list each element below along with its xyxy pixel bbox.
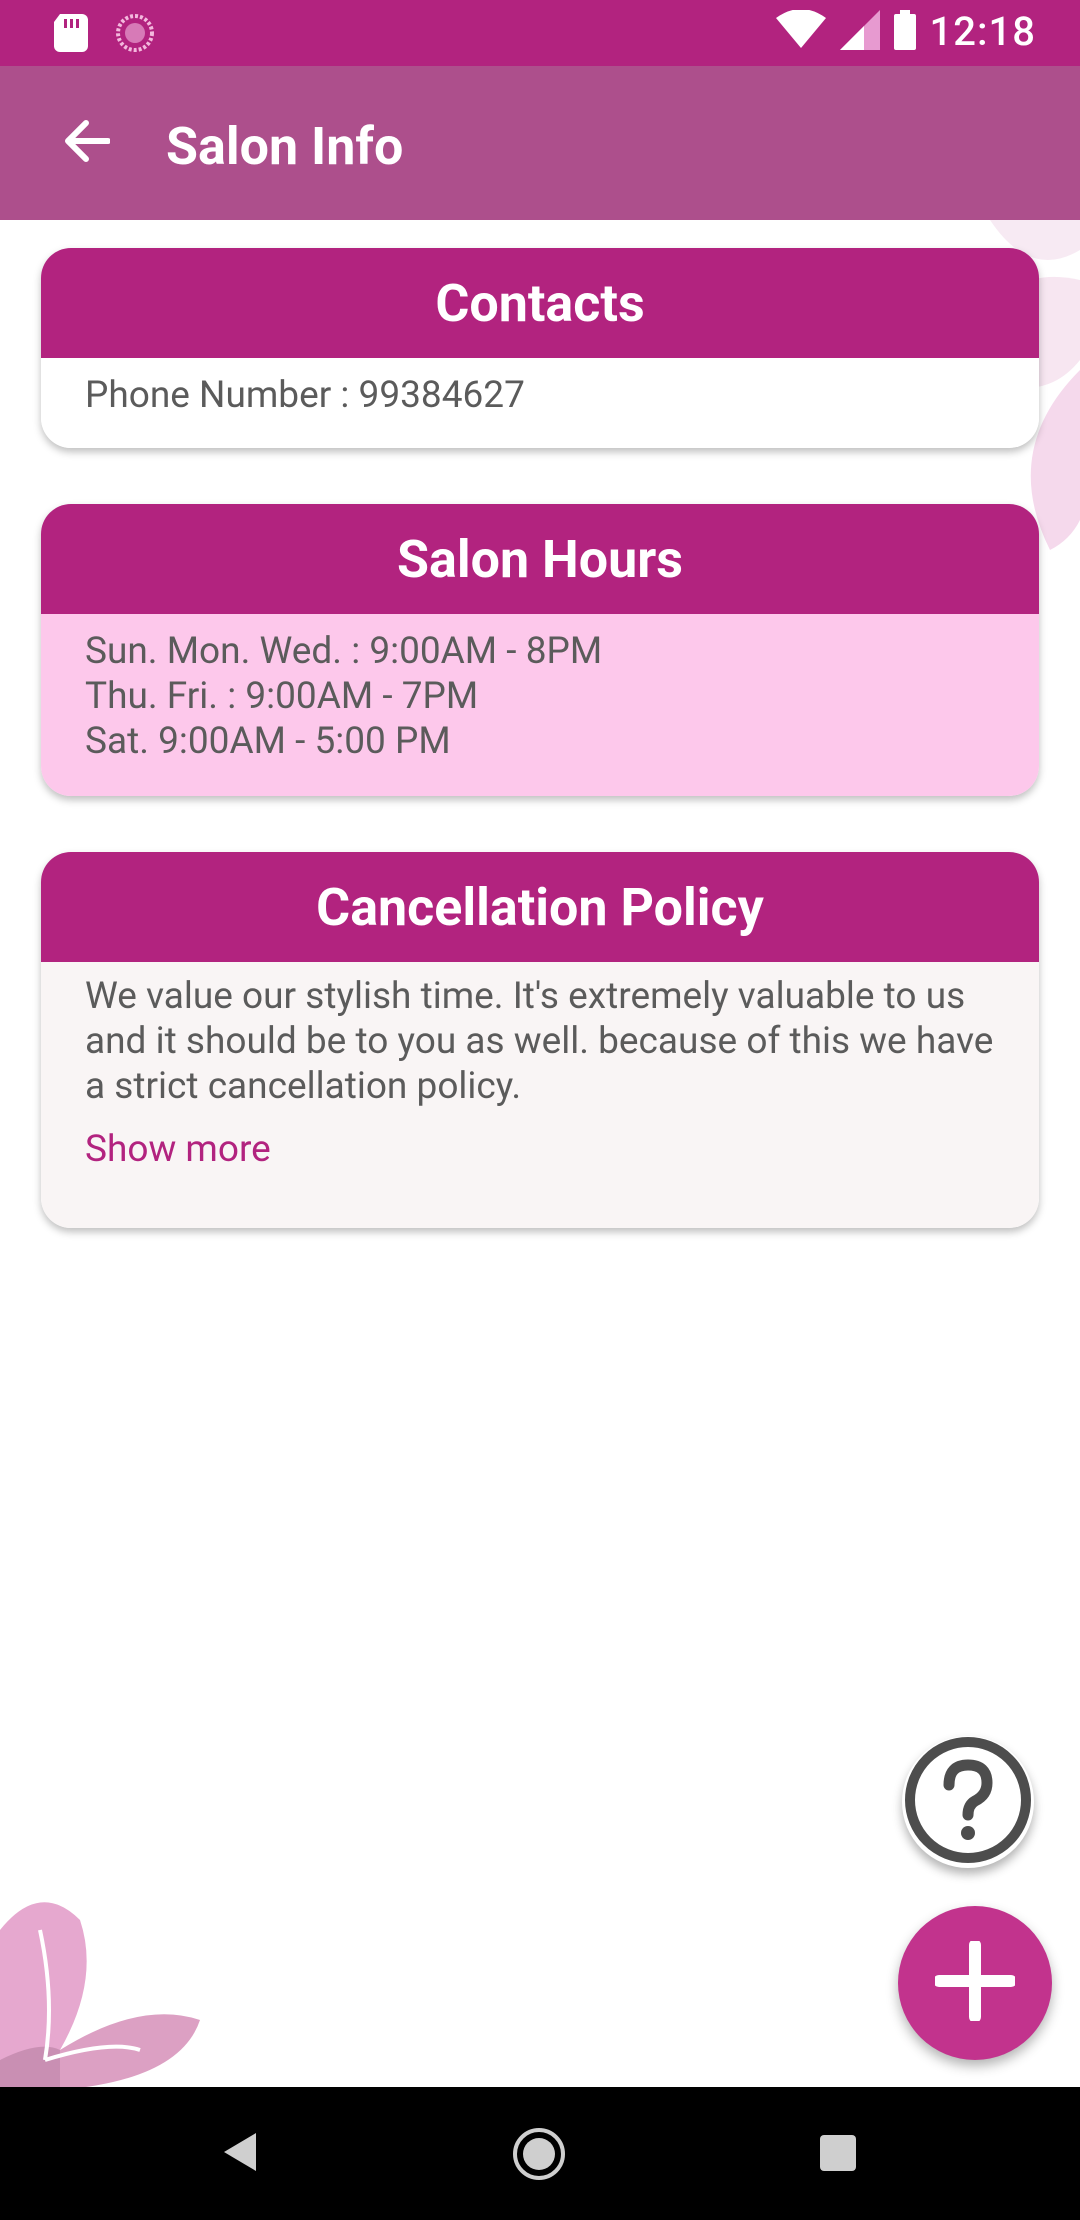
help-button[interactable] bbox=[902, 1736, 1034, 1868]
nav-back-icon[interactable] bbox=[222, 2131, 258, 2177]
back-button[interactable] bbox=[46, 110, 126, 176]
salon-hours-card: Salon Hours Sun. Mon. Wed. : 9:00AM - 8P… bbox=[41, 504, 1039, 796]
plus-icon bbox=[933, 1939, 1017, 2025]
status-bar: 12:18 bbox=[0, 0, 1080, 66]
question-circle-icon bbox=[903, 1735, 1033, 1869]
salon-hours-title: Salon Hours bbox=[41, 504, 1039, 614]
nav-recent-icon[interactable] bbox=[820, 2135, 856, 2175]
system-nav-bar bbox=[0, 2087, 1080, 2220]
sd-card-icon bbox=[54, 14, 88, 52]
page-title: Salon Info bbox=[166, 116, 404, 177]
phone-number[interactable]: Phone Number : 99384627 bbox=[85, 373, 995, 418]
hours-line: Sat. 9:00AM - 5:00 PM bbox=[85, 720, 451, 763]
cancellation-policy-body: We value our stylish time. It's extremel… bbox=[41, 962, 1039, 1228]
status-time: 12:18 bbox=[929, 8, 1036, 55]
contacts-body: Phone Number : 99384627 bbox=[41, 358, 1039, 448]
contacts-card: Contacts Phone Number : 99384627 bbox=[41, 248, 1039, 448]
cancellation-policy-card: Cancellation Policy We value our stylish… bbox=[41, 852, 1039, 1228]
flower-decoration-icon bbox=[0, 1902, 200, 2090]
battery-icon bbox=[893, 9, 916, 54]
nav-home-icon[interactable] bbox=[512, 2127, 566, 2185]
wifi-icon bbox=[775, 8, 826, 54]
cancellation-policy-title: Cancellation Policy bbox=[41, 852, 1039, 962]
loading-icon bbox=[116, 14, 154, 52]
salon-hours-body: Sun. Mon. Wed. : 9:00AM - 8PM Thu. Fri. … bbox=[41, 614, 1039, 796]
show-more-link[interactable]: Show more bbox=[85, 1127, 271, 1172]
hours-line: Sun. Mon. Wed. : 9:00AM - 8PM bbox=[85, 630, 603, 673]
app-bar: Salon Info bbox=[0, 66, 1080, 220]
contacts-title: Contacts bbox=[41, 248, 1039, 358]
hours-line: Thu. Fri. : 9:00AM - 7PM bbox=[85, 675, 479, 718]
arrow-left-icon bbox=[62, 119, 111, 167]
signal-icon bbox=[839, 9, 880, 54]
add-button[interactable] bbox=[898, 1906, 1052, 2060]
policy-text: We value our stylish time. It's extremel… bbox=[85, 975, 994, 1108]
